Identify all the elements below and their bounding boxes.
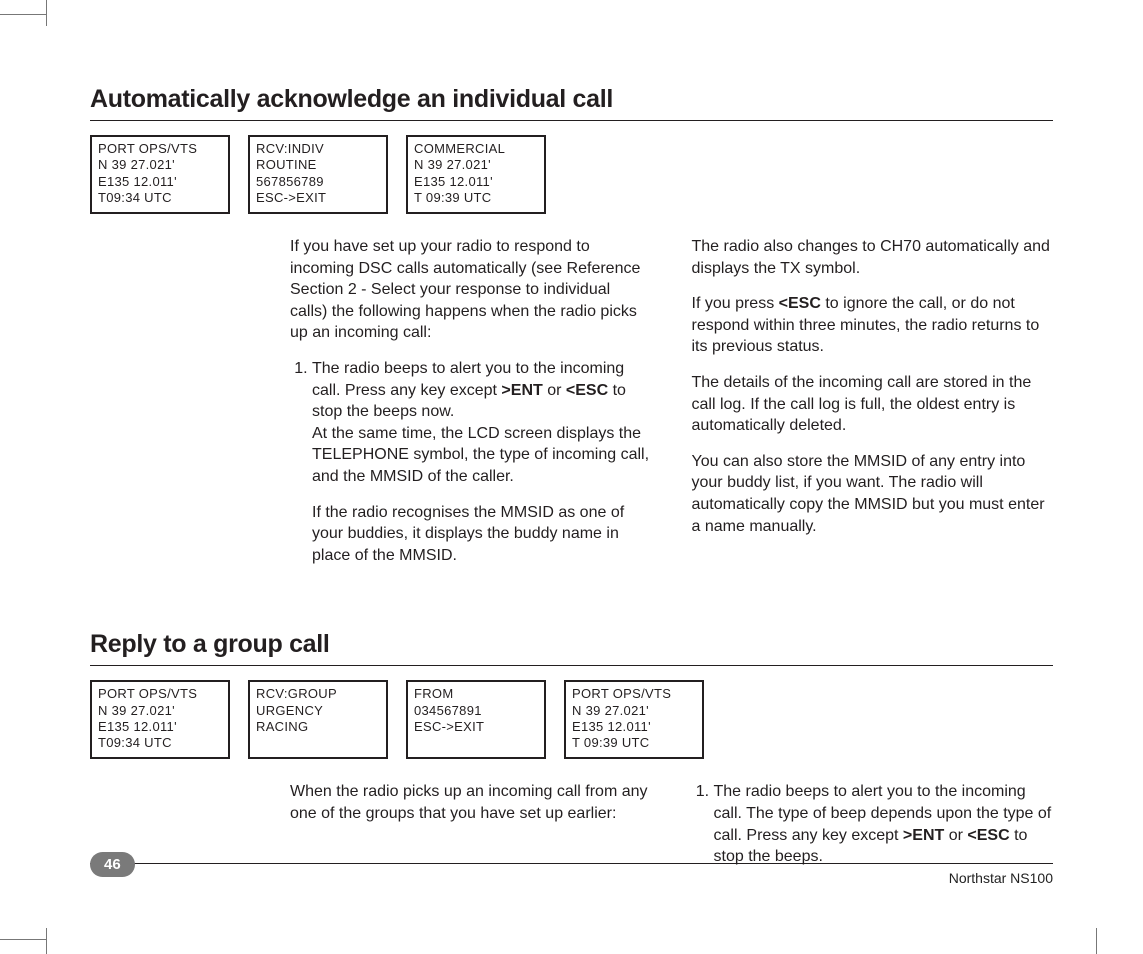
key-esc: <ESC bbox=[566, 382, 608, 399]
lcd-screen: PORT OPS/VTS N 39 27.021' E135 12.011' T… bbox=[564, 680, 704, 759]
text: If you press bbox=[692, 295, 779, 312]
crop-mark bbox=[46, 0, 47, 26]
list-text: or bbox=[543, 382, 566, 399]
lcd-screen: PORT OPS/VTS N 39 27.021' E135 12.011' T… bbox=[90, 680, 230, 759]
paragraph: The radio also changes to CH70 automatic… bbox=[692, 236, 1054, 279]
lcd-screen: RCV:GROUP URGENCY RACING bbox=[248, 680, 388, 759]
page-number-badge: 46 bbox=[90, 852, 135, 877]
list-sub-paragraph: If the radio recognises the MMSID as one… bbox=[312, 502, 652, 567]
list-item: The radio beeps to alert you to the inco… bbox=[714, 781, 1054, 867]
two-column-body: If you have set up your radio to respond… bbox=[90, 236, 1053, 580]
left-column: If you have set up your radio to respond… bbox=[90, 236, 652, 580]
key-ent: >ENT bbox=[501, 382, 542, 399]
section-heading-auto-ack: Automatically acknowledge an individual … bbox=[90, 85, 1053, 121]
list-text: or bbox=[944, 827, 967, 844]
crop-mark bbox=[46, 928, 47, 954]
page: Automatically acknowledge an individual … bbox=[0, 0, 1143, 954]
page-footer: 46 Northstar NS100 bbox=[90, 863, 1053, 894]
key-esc: <ESC bbox=[779, 295, 821, 312]
ordered-list: The radio beeps to alert you to the inco… bbox=[692, 781, 1054, 867]
lcd-screen: COMMERCIAL N 39 27.021' E135 12.011' T 0… bbox=[406, 135, 546, 214]
right-column: The radio also changes to CH70 automatic… bbox=[692, 236, 1054, 580]
paragraph: If you press <ESC to ignore the call, or… bbox=[692, 293, 1054, 358]
paragraph: When the radio picks up an incoming call… bbox=[290, 781, 652, 824]
lcd-screen: RCV:INDIV ROUTINE 567856789 ESC->EXIT bbox=[248, 135, 388, 214]
list-item: The radio beeps to alert you to the inco… bbox=[312, 358, 652, 566]
key-esc: <ESC bbox=[967, 827, 1009, 844]
paragraph: You can also store the MMSID of any entr… bbox=[692, 451, 1054, 537]
lcd-screen: PORT OPS/VTS N 39 27.021' E135 12.011' T… bbox=[90, 135, 230, 214]
crop-mark bbox=[0, 14, 46, 15]
footer-product-title: Northstar NS100 bbox=[949, 870, 1053, 886]
lcd-screens-row: PORT OPS/VTS N 39 27.021' E135 12.011' T… bbox=[90, 135, 1053, 214]
lcd-screen: FROM 034567891 ESC->EXIT bbox=[406, 680, 546, 759]
footer-rule: 46 Northstar NS100 bbox=[90, 863, 1053, 894]
crop-mark bbox=[0, 939, 46, 940]
section-gap bbox=[90, 580, 1053, 630]
lcd-screens-row: PORT OPS/VTS N 39 27.021' E135 12.011' T… bbox=[90, 680, 1053, 759]
paragraph: The details of the incoming call are sto… bbox=[692, 372, 1054, 437]
section-heading-reply-group: Reply to a group call bbox=[90, 630, 1053, 666]
ordered-list: The radio beeps to alert you to the inco… bbox=[290, 358, 652, 566]
key-ent: >ENT bbox=[903, 827, 944, 844]
intro-paragraph: If you have set up your radio to respond… bbox=[290, 236, 652, 344]
list-sub-paragraph: At the same time, the LCD screen display… bbox=[312, 423, 652, 488]
crop-mark bbox=[1096, 928, 1097, 954]
